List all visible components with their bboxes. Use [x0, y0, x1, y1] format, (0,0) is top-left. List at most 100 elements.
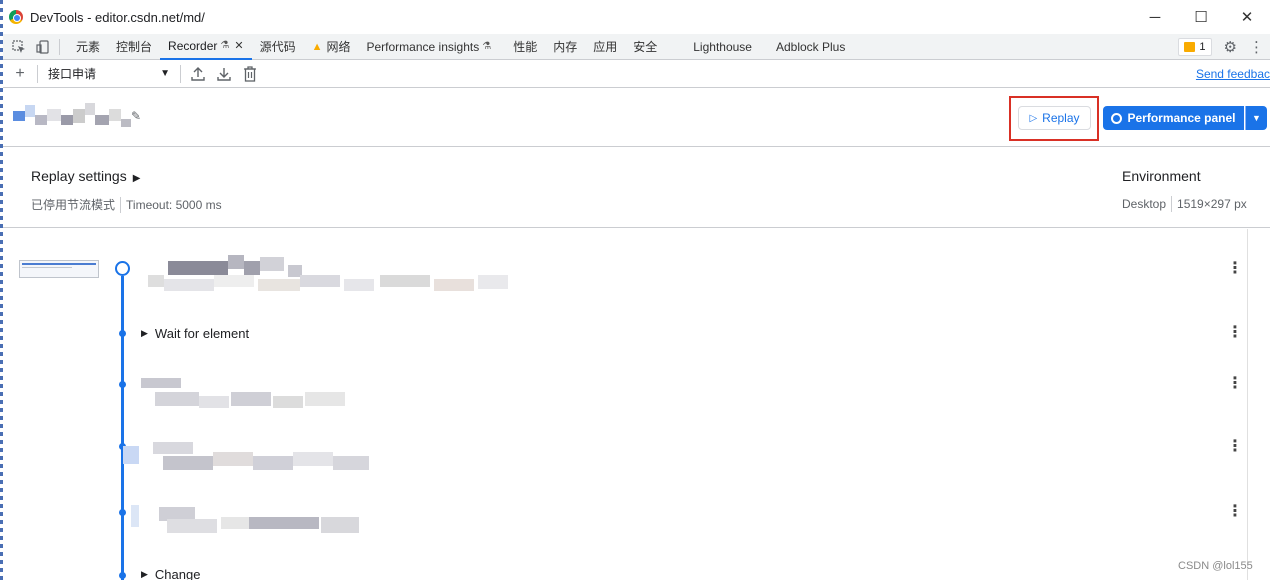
tab-label: Adblock Plus [775, 39, 846, 54]
close-window-button[interactable]: ✕ [1224, 0, 1270, 34]
tab-application[interactable]: 应用 [585, 34, 625, 60]
tab-adblock-plus[interactable]: Adblock Plus [768, 34, 853, 60]
tab-label: 内存 [553, 40, 578, 54]
timeline-line [121, 276, 124, 580]
timeline-node [119, 572, 126, 579]
environment-device: Desktop [1122, 197, 1167, 211]
timeout-value: Timeout: 5000 ms [126, 197, 222, 212]
delete-icon[interactable] [239, 63, 261, 85]
replay-settings-title: Replay settings [31, 168, 127, 184]
tab-sources[interactable]: 源代码 [252, 34, 304, 60]
more-options-icon[interactable]: ⋮ [1249, 38, 1264, 56]
step-wait-for-element[interactable]: ▶ Wait for element [141, 326, 249, 341]
chevron-down-icon: ▼ [160, 68, 170, 79]
step-title-pixelated[interactable] [141, 374, 351, 414]
step-menu-icon[interactable]: ⋮ [1227, 439, 1243, 455]
chrome-logo-icon [9, 10, 23, 24]
replay-options-dropdown[interactable]: ▼ [1245, 106, 1267, 130]
throttle-value: 已停用节流模式 [31, 198, 116, 212]
recorder-toolbar: + 接口申请 ▼ Send feedbac [3, 60, 1270, 88]
step-title-pixelated[interactable] [148, 253, 518, 299]
create-recording-button[interactable]: + [9, 63, 31, 85]
tabstrip-right: 1 ⚙ ⋮ [1178, 34, 1270, 60]
tab-elements[interactable]: 元素 [68, 34, 108, 60]
replay-settings-summary: 已停用节流模式 Timeout: 5000 ms [31, 196, 222, 213]
maximize-button[interactable]: ☐ [1178, 0, 1224, 34]
step-title-pixelated[interactable] [123, 436, 373, 476]
step-menu-icon[interactable]: ⋮ [1227, 325, 1243, 341]
tab-console[interactable]: 控制台 [108, 34, 160, 60]
step-title-pixelated[interactable] [131, 497, 361, 541]
warning-icon: ▲ [311, 40, 323, 53]
minimize-button[interactable]: ─ [1132, 0, 1178, 34]
window-title: DevTools - editor.csdn.net/md/ [30, 9, 205, 25]
recording-select-value: 接口申请 [48, 67, 97, 81]
tab-network[interactable]: ▲ 网络 [304, 34, 359, 60]
chevron-down-icon: ▼ [1252, 113, 1261, 123]
scrollbar-track[interactable] [1247, 229, 1248, 580]
recording-steps: ⋮ ▶ Wait for element ⋮ ⋮ ⋮ ⋮ ▶ Change CS… [3, 229, 1270, 580]
devtools-tabstrip: 元素 控制台 Recorder ⚗ ✕ 源代码 ▲ 网络 Performance… [3, 34, 1270, 60]
experiment-flask-icon: ⚗ [220, 40, 230, 51]
inspect-element-icon[interactable] [11, 39, 27, 55]
gear-icon[interactable]: ⚙ [1224, 38, 1237, 56]
tab-performance[interactable]: 性能 [505, 34, 545, 60]
caret-right-icon: ▶ [141, 569, 148, 579]
environment-title: Environment [1122, 168, 1201, 184]
toolbar-separator [37, 64, 38, 83]
replay-settings-toggle[interactable]: Replay settings ▶ [31, 168, 140, 184]
edit-pencil-icon[interactable]: ✎ [131, 109, 141, 123]
tab-label: 网络 [326, 40, 351, 54]
send-feedback-link[interactable]: Send feedbac [1196, 67, 1270, 81]
step-change[interactable]: ▶ Change [141, 567, 200, 580]
play-icon: ▷ [1029, 112, 1038, 124]
tab-security[interactable]: 安全 [625, 34, 665, 60]
tab-recorder[interactable]: Recorder ⚗ ✕ [160, 34, 252, 60]
watermark: CSDN @lol155 [1178, 560, 1253, 572]
tab-label: 源代码 [259, 40, 296, 54]
close-tab-icon[interactable]: ✕ [234, 39, 243, 52]
step-menu-icon[interactable]: ⋮ [1227, 261, 1243, 277]
issues-badge[interactable]: 1 [1178, 38, 1212, 56]
recording-select[interactable]: 接口申请 ▼ [44, 64, 174, 84]
window-titlebar: DevTools - editor.csdn.net/md/ ─ ☐ ✕ [3, 0, 1270, 34]
step-menu-icon[interactable]: ⋮ [1227, 504, 1243, 520]
step-label: Change [154, 567, 201, 580]
replay-settings-section: Replay settings ▶ 已停用节流模式 Timeout: 5000 m… [3, 148, 1270, 228]
device-toolbar-icon[interactable] [35, 39, 51, 55]
step-label: Wait for element [154, 326, 250, 341]
export-icon[interactable] [187, 63, 209, 85]
tab-memory[interactable]: 内存 [545, 34, 585, 60]
environment-size: 1519×297 px [1177, 197, 1247, 211]
screenshot-thumbnail[interactable] [19, 260, 99, 278]
tab-label: 性能 [513, 40, 538, 54]
recording-name-pixelated[interactable] [13, 101, 133, 127]
replay-label: Replay [1042, 111, 1080, 125]
timeline-node [119, 381, 126, 388]
tab-label: 应用 [593, 40, 618, 54]
tab-label: Performance insights [366, 39, 480, 54]
tab-label: 元素 [76, 40, 101, 54]
recording-header: ✎ ▷ Replay Performance panel ▼ [3, 89, 1270, 147]
window-controls: ─ ☐ ✕ [1132, 0, 1270, 34]
step-menu-icon[interactable]: ⋮ [1227, 376, 1243, 392]
import-icon[interactable] [213, 63, 235, 85]
summary-separator [1171, 196, 1173, 212]
performance-panel-button[interactable]: Performance panel [1103, 106, 1244, 130]
toolbar-separator [180, 64, 181, 83]
replay-button[interactable]: ▷ Replay [1018, 106, 1091, 130]
tabstrip-separator [59, 38, 60, 55]
tab-label: Lighthouse [693, 39, 752, 54]
timeline-start-node [115, 261, 130, 276]
summary-separator [120, 196, 122, 213]
caret-right-icon: ▶ [141, 328, 148, 338]
environment-summary: Desktop 1519×297 px [1122, 196, 1247, 212]
timeline-node [119, 330, 126, 337]
gauge-icon [1111, 112, 1123, 124]
issue-flag-icon [1184, 42, 1196, 52]
experiment-flask-icon: ⚗ [482, 41, 492, 52]
caret-right-icon: ▶ [132, 173, 141, 184]
tab-label: Recorder [168, 38, 218, 53]
tab-lighthouse[interactable]: Lighthouse [685, 34, 760, 60]
tab-performance-insights[interactable]: Performance insights ⚗ [359, 34, 500, 60]
